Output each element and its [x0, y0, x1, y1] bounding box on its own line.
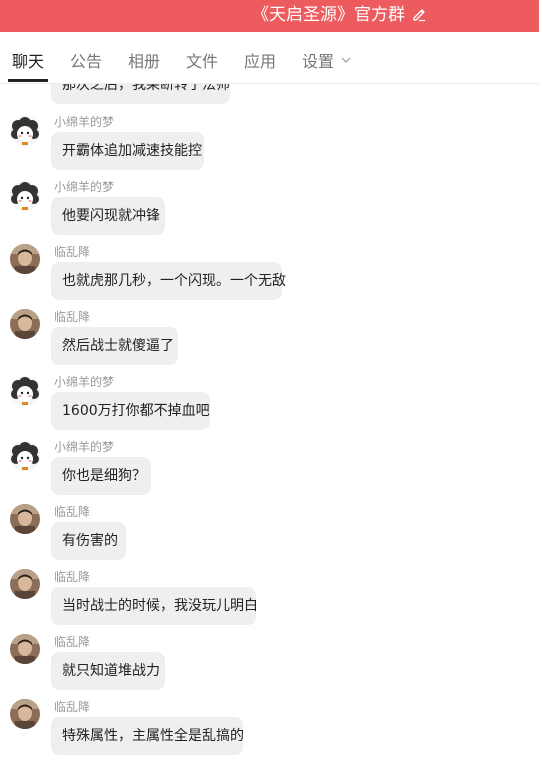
- message-bubble[interactable]: 然后战士就傻逼了: [51, 327, 178, 365]
- message-text: 然后战士就傻逼了: [62, 338, 174, 354]
- tab-files[interactable]: 文件: [186, 51, 218, 73]
- tab-album[interactable]: 相册: [128, 51, 160, 73]
- message-text: 就只知道堆战力: [62, 663, 160, 679]
- message-text: 开霸体追加减速技能控: [62, 143, 202, 159]
- message-text: 你也是细狗？: [62, 468, 146, 484]
- photo-avatar[interactable]: [10, 504, 40, 534]
- sender-name: 小绵羊的梦: [54, 180, 115, 194]
- photo-avatar[interactable]: [10, 634, 40, 664]
- sender-name: 临乱降: [54, 245, 91, 259]
- photo-avatar[interactable]: [10, 309, 40, 339]
- message-bubble[interactable]: 就只知道堆战力: [51, 652, 165, 690]
- message-bubble[interactable]: 开霸体追加减速技能控: [51, 132, 204, 170]
- tab-bar: 聊天 公告 相册 文件 应用 设置: [0, 32, 539, 84]
- tab-settings[interactable]: 设置: [302, 51, 334, 73]
- sender-name: 小绵羊的梦: [54, 440, 115, 454]
- message-text: 那次之后，我果断转了法师: [62, 84, 230, 93]
- message-bubble[interactable]: 也就虎那几秒，一个闪现。一个无敌: [51, 262, 286, 300]
- message-bubble[interactable]: 当时战士的时候，我没玩儿明白: [51, 587, 258, 625]
- message-bubble[interactable]: 你也是细狗？: [51, 457, 151, 495]
- photo-avatar[interactable]: [10, 699, 40, 729]
- sender-name: 小绵羊的梦: [54, 375, 115, 389]
- message-text: 当时战士的时候，我没玩儿明白: [62, 598, 258, 614]
- photo-avatar[interactable]: [10, 244, 40, 274]
- message-bubble[interactable]: 特殊属性，主属性全是乱搞的: [51, 717, 244, 755]
- sheep-avatar[interactable]: [10, 376, 40, 406]
- sheep-avatar[interactable]: [10, 116, 40, 146]
- sender-name: 临乱降: [54, 635, 91, 649]
- message-bubble[interactable]: 他要闪现就冲锋: [51, 197, 165, 235]
- tab-announcements[interactable]: 公告: [70, 51, 102, 73]
- tab-chat[interactable]: 聊天: [12, 51, 44, 73]
- message-text: 特殊属性，主属性全是乱搞的: [62, 728, 244, 744]
- active-tab-indicator: [8, 79, 48, 82]
- message-bubble[interactable]: 那次之后，我果断转了法师: [51, 84, 230, 104]
- sheep-avatar[interactable]: [10, 441, 40, 471]
- sender-name: 临乱降: [54, 505, 91, 519]
- sender-name: 小绵羊的梦: [54, 115, 115, 129]
- group-title: 《天启圣源》官方群: [252, 5, 405, 25]
- message-text: 1600万打你都不掉血吧: [62, 403, 210, 419]
- chat-area[interactable]: 那次之后，我果断转了法师 小绵羊的梦 开霸体追加减速技能控 小绵羊的梦 他要闪现…: [0, 84, 539, 762]
- message-text: 有伤害的: [62, 533, 118, 549]
- sender-name: 临乱降: [54, 700, 91, 714]
- sender-name: 临乱降: [54, 570, 91, 584]
- tab-apps[interactable]: 应用: [244, 51, 276, 73]
- message-bubble[interactable]: 1600万打你都不掉血吧: [51, 392, 210, 430]
- pencil-icon[interactable]: [411, 6, 427, 22]
- group-header: 《天启圣源》官方群: [0, 0, 539, 32]
- chevron-down-icon[interactable]: [341, 56, 351, 64]
- sender-name: 临乱降: [54, 310, 91, 324]
- message-text: 他要闪现就冲锋: [62, 208, 160, 224]
- sheep-avatar[interactable]: [10, 181, 40, 211]
- message-bubble[interactable]: 有伤害的: [51, 522, 126, 560]
- photo-avatar[interactable]: [10, 569, 40, 599]
- message-text: 也就虎那几秒，一个闪现。一个无敌: [62, 273, 286, 289]
